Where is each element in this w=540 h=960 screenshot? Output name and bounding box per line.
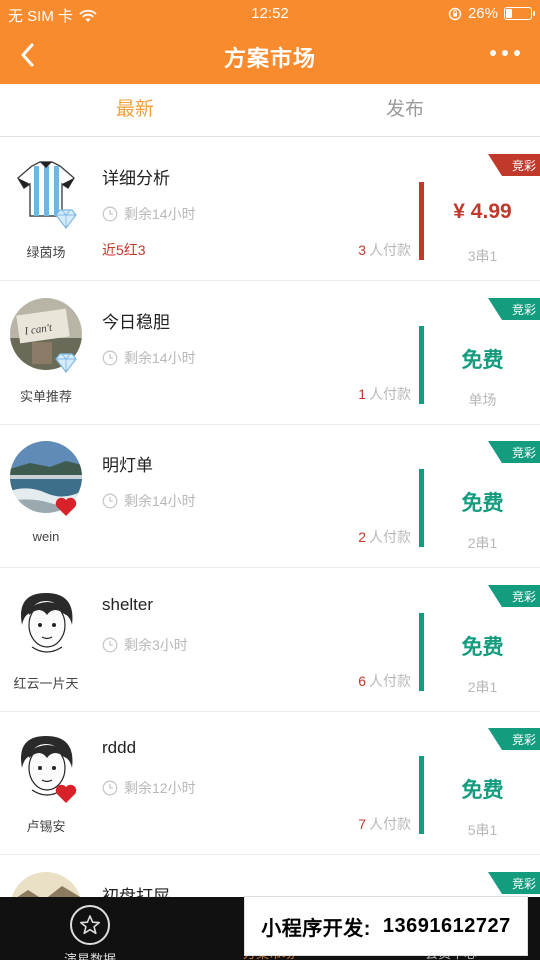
- plan-list-item[interactable]: 卢锡安 rddd 剩余12小时 7 人付款 免费 5串1 竞彩: [0, 712, 540, 855]
- user-nickname: 实单推荐: [19, 388, 72, 404]
- battery-icon: [504, 7, 535, 20]
- payers-label: 人付款: [369, 529, 411, 545]
- orientation-lock-icon: [448, 7, 462, 20]
- ad-phone: 13691612727: [382, 914, 511, 937]
- payers-label: 人付款: [369, 816, 411, 832]
- payers-number: 6: [358, 672, 366, 689]
- remaining-time: 剩余14小时: [102, 491, 196, 511]
- payers-count: 2 人付款: [358, 527, 411, 547]
- star-icon: [70, 905, 110, 945]
- play-type: 2串1: [467, 535, 498, 551]
- bottom-tab-stats[interactable]: 演星数据: [56, 905, 124, 960]
- clock-icon: [102, 350, 118, 365]
- plan-title: rddd: [102, 738, 137, 757]
- remaining-time-text: 剩余14小时: [124, 349, 196, 366]
- lottery-tag: 竞彩: [488, 297, 540, 320]
- lottery-tag: 竞彩: [488, 154, 540, 176]
- user-nickname: wein: [32, 529, 60, 544]
- user-nickname: 红云一片天: [13, 675, 79, 691]
- payers-number: 2: [358, 529, 366, 545]
- remaining-time: 剩余14小时: [102, 204, 196, 224]
- play-type: 5串1: [467, 822, 498, 838]
- clock-icon: [102, 637, 118, 652]
- price-divider: [419, 756, 424, 834]
- play-type: 2串1: [467, 678, 498, 695]
- lottery-tag-text: 竞彩: [511, 733, 536, 747]
- plan-list-item[interactable]: I can't 实单推荐 今日稳胆 剩余14小时 1 人付款 免费 单场 竞彩: [0, 281, 540, 425]
- battery-percent: 26%: [467, 5, 498, 22]
- price-label[interactable]: 免费: [425, 487, 540, 517]
- lottery-tag-text: 竞彩: [511, 876, 536, 891]
- ad-label: 小程序开发:: [261, 917, 371, 940]
- remaining-time: 剩余3小时: [102, 635, 188, 655]
- remaining-time-text: 剩余3小时: [124, 636, 188, 653]
- diamond-badge-icon: [54, 208, 78, 230]
- price-divider: [419, 612, 424, 691]
- avatar[interactable]: [10, 584, 82, 657]
- user-nickname: 卢锡安: [26, 819, 66, 834]
- payers-number: 7: [358, 816, 366, 832]
- plan-list-item[interactable]: 绿茵场 详细分析剩余14小时近5红3 3 人付款 ¥ 4.99 3串1 竞彩: [0, 138, 540, 281]
- price-divider: [419, 325, 424, 404]
- tab-publish[interactable]: 发布: [270, 84, 540, 136]
- bottom-tab-stats-label: 演星数据: [63, 952, 116, 960]
- heart-badge-icon: [54, 782, 78, 804]
- page-title: 方案市场: [223, 46, 316, 71]
- status-bar: 无 SIM 卡 12:52 26%: [0, 0, 540, 28]
- payers-label: 人付款: [369, 242, 411, 258]
- price-label[interactable]: 免费: [425, 344, 540, 374]
- lottery-tag: 竞彩: [488, 584, 540, 607]
- plan-title: shelter: [102, 594, 154, 614]
- lottery-tag-text: 竞彩: [511, 159, 536, 173]
- plan-list-item[interactable]: wein 明灯单剩余14小时 2 人付款 免费 2串1 竞彩: [0, 425, 540, 568]
- lottery-tag-text: 竞彩: [511, 446, 536, 460]
- ad-banner: 小程序开发: 13691612727: [244, 896, 528, 956]
- remaining-time-text: 剩余14小时: [124, 493, 196, 509]
- heart-badge-icon: [54, 495, 78, 517]
- app-header: 无 SIM 卡 12:52 26% 方案市场: [0, 0, 540, 84]
- tab-bar: 最新 发布: [0, 84, 540, 137]
- payers-count: 3 人付款: [358, 240, 411, 260]
- lottery-tag: 竞彩: [488, 871, 540, 894]
- plan-list-item[interactable]: 红云一片天 shelter 剩余3小时 6 人付款 免费 2串1 竞彩: [0, 568, 540, 712]
- price-label[interactable]: ¥ 4.99: [425, 200, 540, 224]
- payers-label: 人付款: [369, 385, 411, 402]
- remaining-time: 剩余12小时: [102, 778, 196, 798]
- payers-count: 7 人付款: [358, 814, 411, 834]
- price-label[interactable]: 免费: [425, 774, 540, 804]
- lottery-tag: 竞彩: [488, 728, 540, 750]
- clock-icon: [102, 206, 118, 222]
- lottery-tag-text: 竞彩: [511, 302, 536, 317]
- remaining-time: 剩余14小时: [102, 348, 196, 368]
- user-nickname: 绿茵场: [26, 245, 66, 260]
- remaining-time-text: 剩余12小时: [124, 780, 196, 796]
- price-divider: [419, 469, 424, 547]
- battery-group: 26%: [448, 5, 535, 22]
- tab-latest[interactable]: 最新: [0, 84, 270, 136]
- payers-count: 6 人付款: [358, 671, 411, 691]
- payers-number: 1: [358, 385, 366, 402]
- payers-label: 人付款: [369, 672, 411, 689]
- play-type: 单场: [468, 391, 497, 408]
- price-label[interactable]: 免费: [425, 631, 540, 661]
- plan-title: 详细分析: [102, 169, 170, 188]
- diamond-badge-icon: [54, 352, 78, 374]
- hit-record: 近5红3: [102, 242, 146, 258]
- nav-bar: 方案市场: [0, 28, 540, 84]
- clock-icon: [102, 493, 118, 509]
- clock-icon: [102, 780, 118, 796]
- payers-count: 1 人付款: [358, 384, 411, 404]
- price-divider: [419, 182, 424, 260]
- plan-title: 今日稳胆: [102, 312, 170, 332]
- battery-fill: [506, 9, 512, 18]
- lottery-tag-text: 竞彩: [511, 589, 536, 604]
- play-type: 3串1: [467, 248, 498, 264]
- lottery-tag: 竞彩: [488, 441, 540, 463]
- plan-title: 明灯单: [102, 456, 153, 475]
- payers-number: 3: [358, 242, 366, 258]
- more-options-icon[interactable]: [490, 50, 520, 56]
- remaining-time-text: 剩余14小时: [124, 206, 196, 222]
